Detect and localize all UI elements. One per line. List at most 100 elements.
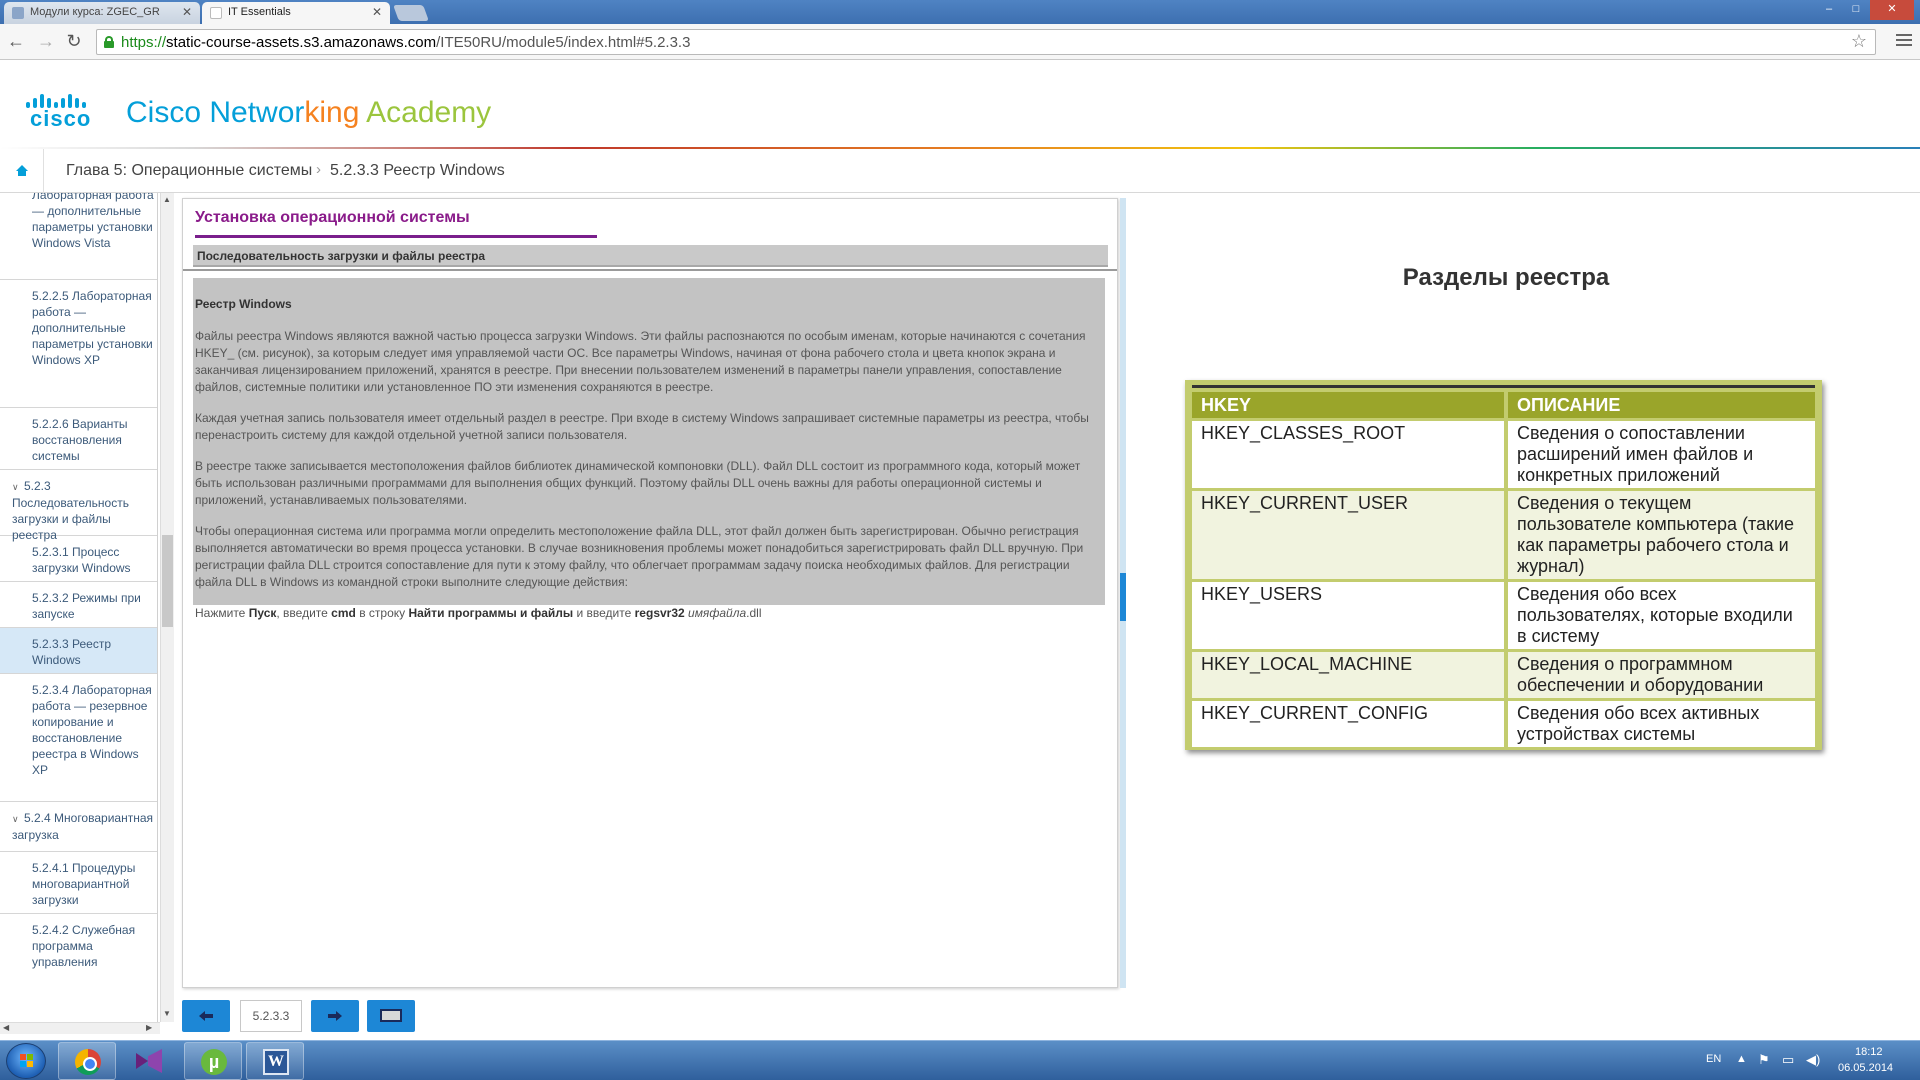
sidebar-item[interactable]: 5.2.4.1 Процедуры многовариантной загруз… — [0, 852, 157, 914]
browser-tab-bar: Модули курса: ZGEC_GR ✕ IT Essentials ✕ … — [0, 0, 1920, 24]
home-button[interactable] — [0, 149, 44, 193]
language-indicator[interactable]: EN — [1706, 1053, 1721, 1065]
description-cell: Сведения о сопоставлении расширений имен… — [1508, 418, 1815, 488]
article-paragraph: Каждая учетная запись пользователя имеет… — [195, 411, 1089, 442]
column-header: ОПИСАНИЕ — [1508, 392, 1815, 418]
section-subheading: Последовательность загрузки и файлы реес… — [193, 245, 1108, 267]
tab-title: IT Essentials — [228, 6, 291, 18]
next-page-button[interactable] — [311, 1000, 359, 1032]
table-row: HKEY_LOCAL_MACHINE Сведения о программно… — [1192, 649, 1815, 698]
title-underline — [195, 235, 597, 238]
bookmark-star-icon[interactable]: ☆ — [1851, 31, 1867, 52]
article-paragraph: В реестре также записывается местоположе… — [195, 459, 1081, 507]
address-bar[interactable]: https://static-course-assets.s3.amazonaw… — [96, 29, 1876, 55]
network-icon[interactable]: ▭ — [1782, 1052, 1794, 1068]
sidebar-item-active[interactable]: 5.2.3.3 Реестр Windows — [0, 628, 157, 674]
action-center-flag-icon[interactable]: ⚑ — [1758, 1052, 1770, 1068]
reload-icon[interactable]: ↻ — [62, 30, 86, 54]
site-header: cisco Cisco Networking Academy — [0, 60, 1920, 149]
article-heading: Реестр Windows — [195, 297, 292, 311]
sidebar-item[interactable]: 5.2.4.2 Служебная программа управления — [0, 914, 157, 1022]
close-tab-icon[interactable]: ✕ — [182, 5, 192, 19]
scroll-right-icon[interactable]: ▶ — [146, 1023, 152, 1032]
description-cell: Сведения обо всех активных устройствах с… — [1508, 698, 1815, 747]
clock-date[interactable]: 06.05.2014 — [1838, 1062, 1893, 1074]
sidebar-item[interactable]: 5.2.3.1 Процесс загрузки Windows — [0, 536, 157, 582]
table-row: HKEY_USERS Сведения обо всех пользовател… — [1192, 579, 1815, 649]
breadcrumb-current: 5.2.3.3 Реестр Windows — [330, 162, 505, 179]
figure-title: Разделы реестра — [1402, 264, 1610, 291]
table-top-rule — [1192, 385, 1815, 388]
close-tab-icon[interactable]: ✕ — [372, 5, 382, 19]
windows-logo-icon — [20, 1054, 34, 1068]
article-body: Реестр Windows Файлы реестра Windows явл… — [195, 296, 1101, 636]
show-hidden-icons-icon[interactable]: ▲ — [1736, 1053, 1747, 1065]
cisco-wordmark: cisco — [30, 106, 92, 131]
sidebar-item[interactable]: 5.2.3.4 Лабораторная работа — резервное … — [0, 674, 157, 802]
scrollbar-thumb[interactable] — [162, 535, 173, 627]
content-scrollbar[interactable] — [1120, 198, 1126, 988]
hkey-cell: HKEY_LOCAL_MACHINE — [1192, 649, 1508, 698]
sidebar-horizontal-scrollbar[interactable]: ◀ ▶ — [0, 1022, 160, 1034]
clock-time[interactable]: 18:12 — [1855, 1046, 1883, 1058]
column-header: HKEY — [1192, 392, 1508, 418]
scrollbar-thumb[interactable] — [1120, 573, 1126, 621]
sidebar-section-boot[interactable]: ∨ 5.2.3 Последовательность загрузки и фай… — [0, 470, 157, 542]
hkey-cell: HKEY_CLASSES_ROOT — [1192, 418, 1508, 488]
screen-icon — [380, 1009, 402, 1022]
divider — [183, 269, 1117, 271]
previous-page-button[interactable] — [182, 1000, 230, 1032]
page-number: 5.2.3.3 — [240, 1000, 302, 1032]
page-title: Установка операционной системы — [195, 209, 470, 226]
sidebar-item[interactable]: 5.2.2.5 Лабораторная работа — дополнител… — [0, 280, 157, 408]
description-cell: Сведения о текущем пользователе компьюте… — [1508, 488, 1815, 579]
forward-arrow-icon[interactable]: → — [34, 30, 58, 54]
hkey-cell: HKEY_CURRENT_USER — [1192, 488, 1508, 579]
visual-studio-icon — [136, 1049, 162, 1073]
utorrent-icon: µ — [201, 1049, 227, 1075]
windows-taskbar: µ W EN ▲ ⚑ ▭ ◀) 18:12 06.05.2014 — [0, 1040, 1920, 1080]
sidebar-section-multiboot[interactable]: ∨ 5.2.4 Многовариантная загрузка — [0, 802, 157, 852]
browser-toolbar: ← → ↻ https://static-course-assets.s3.am… — [0, 24, 1920, 60]
site-favicon-icon — [12, 7, 24, 19]
arrow-right-icon — [328, 1011, 342, 1021]
sidebar-scrollbar[interactable]: ▲ ▼ — [160, 193, 174, 1022]
sidebar-item[interactable]: 5.2.2.6 Варианты восстановления системы — [0, 408, 157, 470]
breadcrumb-chapter[interactable]: Глава 5: Операционные системы — [66, 162, 312, 180]
course-sidebar: Лабораторная работа — дополнительные пар… — [0, 193, 158, 1022]
table-header-row: HKEY ОПИСАНИЕ — [1192, 392, 1815, 418]
description-cell: Сведения о программном обеспечении и обо… — [1508, 649, 1815, 698]
chevron-down-icon: ∨ — [12, 482, 19, 492]
close-window-icon[interactable]: ✕ — [1870, 0, 1914, 20]
browser-tab-it-essentials[interactable]: IT Essentials ✕ — [202, 2, 390, 24]
address-url: https://static-course-assets.s3.amazonaw… — [121, 34, 691, 51]
scroll-left-icon[interactable]: ◀ — [3, 1023, 9, 1032]
chevron-down-icon: ∨ — [12, 814, 19, 824]
browser-menu-icon[interactable] — [1896, 32, 1912, 48]
new-tab-button[interactable] — [393, 5, 429, 21]
scroll-up-icon[interactable]: ▲ — [163, 195, 171, 204]
page-favicon-icon — [210, 7, 222, 19]
sidebar-item[interactable]: Лабораторная работа — дополнительные пар… — [0, 193, 157, 280]
home-icon — [16, 165, 28, 176]
cisco-logo[interactable]: cisco — [26, 84, 106, 131]
media-view-button[interactable] — [367, 1000, 415, 1032]
taskbar-word[interactable]: W — [246, 1042, 304, 1080]
maximize-window-icon[interactable]: □ — [1843, 0, 1869, 20]
back-arrow-icon[interactable]: ← — [4, 30, 28, 54]
scroll-down-icon[interactable]: ▼ — [163, 1009, 171, 1018]
taskbar-utorrent[interactable]: µ — [184, 1042, 242, 1080]
volume-icon[interactable]: ◀) — [1806, 1052, 1820, 1068]
hkey-cell: HKEY_CURRENT_CONFIG — [1192, 698, 1508, 747]
word-icon: W — [263, 1049, 289, 1075]
start-button[interactable] — [6, 1043, 46, 1079]
sidebar-item[interactable]: 5.2.3.2 Режимы при запуске — [0, 582, 157, 628]
article-paragraph: Файлы реестра Windows являются важной ча… — [195, 329, 1086, 394]
chrome-icon — [75, 1049, 101, 1075]
taskbar-visual-studio[interactable] — [120, 1042, 178, 1080]
arrow-left-icon — [199, 1011, 213, 1021]
minimize-window-icon[interactable]: – — [1816, 0, 1842, 20]
registry-hives-figure: HKEY ОПИСАНИЕ HKEY_CLASSES_ROOT Сведения… — [1185, 380, 1822, 750]
browser-tab-course-modules[interactable]: Модули курса: ZGEC_GR ✕ — [4, 2, 200, 24]
taskbar-chrome[interactable] — [58, 1042, 116, 1080]
